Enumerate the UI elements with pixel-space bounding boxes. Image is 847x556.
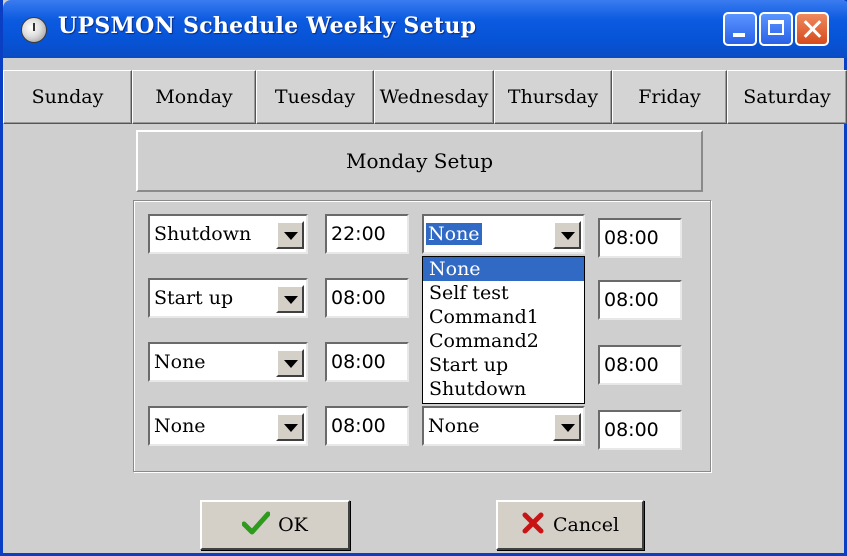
ok-label: OK <box>278 514 308 536</box>
window-title: UPSMON Schedule Weekly Setup <box>58 13 477 39</box>
row3-time2-field[interactable]: 08:00 <box>598 345 682 385</box>
row4-action2-value: None <box>428 415 480 437</box>
dropdown-option-command1[interactable]: Command1 <box>423 305 584 329</box>
day-setup-title: Monday Setup <box>136 130 703 192</box>
tab-monday[interactable]: Monday <box>132 70 256 124</box>
action-dropdown-list: None Self test Command1 Command2 Start u… <box>422 256 585 404</box>
row4-time2-field[interactable]: 08:00 <box>598 410 682 450</box>
row2-action-value: Start up <box>154 287 234 309</box>
schedule-window: UPSMON Schedule Weekly Setup Sunday Mond… <box>0 0 847 556</box>
row2-action-select[interactable]: Start up <box>148 278 308 318</box>
x-icon <box>521 511 545 540</box>
row1-action2-value: None <box>426 223 482 245</box>
check-icon <box>241 511 271 540</box>
row4-time1-field[interactable]: 08:00 <box>325 406 409 446</box>
tab-sunday[interactable]: Sunday <box>3 70 132 124</box>
tab-tuesday[interactable]: Tuesday <box>256 70 374 124</box>
minimize-button[interactable] <box>723 12 757 46</box>
row4-action-value: None <box>154 415 206 437</box>
row2-time2-field[interactable]: 08:00 <box>598 280 682 320</box>
dropdown-option-start-up[interactable]: Start up <box>423 353 584 377</box>
row3-action-value: None <box>154 351 206 373</box>
row4-action-select[interactable]: None <box>148 406 308 446</box>
ok-button[interactable]: OK <box>200 500 350 550</box>
row1-time1-field[interactable]: 22:00 <box>325 214 409 254</box>
title-bar[interactable]: UPSMON Schedule Weekly Setup <box>3 0 847 58</box>
tab-saturday[interactable]: Saturday <box>727 70 847 124</box>
row1-action-value: Shutdown <box>154 223 252 245</box>
tab-friday[interactable]: Friday <box>612 70 727 124</box>
tab-thursday[interactable]: Thursday <box>494 70 612 124</box>
cancel-label: Cancel <box>552 514 620 536</box>
chevron-down-icon[interactable] <box>553 221 581 249</box>
row3-time1-field[interactable]: 08:00 <box>325 342 409 382</box>
row3-action-select[interactable]: None <box>148 342 308 382</box>
chevron-down-icon[interactable] <box>276 221 304 249</box>
close-button[interactable] <box>795 12 829 46</box>
row1-action2-select[interactable]: None <box>422 214 585 254</box>
chevron-down-icon[interactable] <box>276 349 304 377</box>
dropdown-option-self-test[interactable]: Self test <box>423 281 584 305</box>
dropdown-option-none[interactable]: None <box>423 257 584 281</box>
cancel-button[interactable]: Cancel <box>496 500 644 550</box>
row4-action2-select[interactable]: None <box>422 406 585 446</box>
row1-time2-field[interactable]: 08:00 <box>598 218 682 258</box>
tab-wednesday[interactable]: Wednesday <box>374 70 494 124</box>
chevron-down-icon[interactable] <box>276 413 304 441</box>
maximize-button[interactable] <box>759 12 793 46</box>
chevron-down-icon[interactable] <box>553 413 581 441</box>
dropdown-option-shutdown[interactable]: Shutdown <box>423 377 584 401</box>
clock-icon[interactable] <box>21 17 47 43</box>
row2-time1-field[interactable]: 08:00 <box>325 278 409 318</box>
dropdown-option-command2[interactable]: Command2 <box>423 329 584 353</box>
chevron-down-icon[interactable] <box>276 285 304 313</box>
row1-action-select[interactable]: Shutdown <box>148 214 308 254</box>
